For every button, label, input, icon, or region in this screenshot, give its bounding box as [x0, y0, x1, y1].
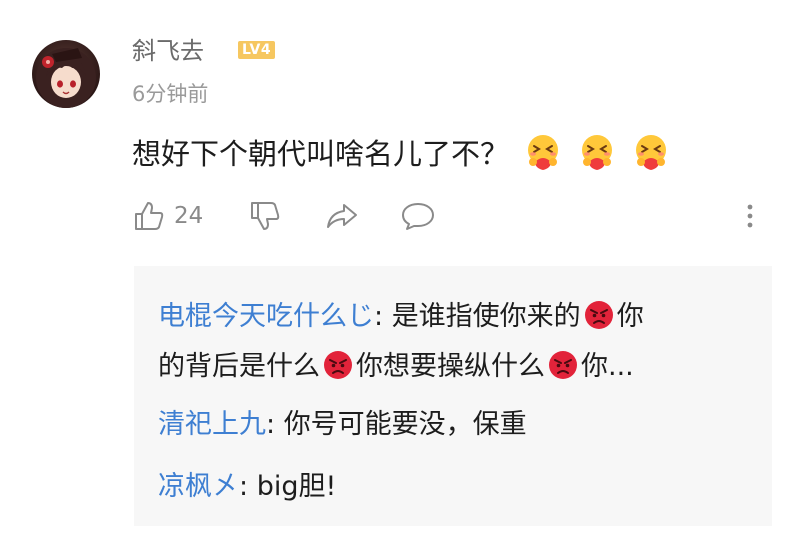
reply-item[interactable]: 电棍今天吃什么じ: 是谁指使你来的 你: [158, 292, 644, 342]
reply-text: big胆!: [256, 471, 337, 502]
angry-emoji-icon: [549, 351, 577, 379]
reply-separator: :: [374, 301, 392, 332]
share-button[interactable]: [324, 198, 360, 234]
hug-emoji-icon: [528, 135, 559, 170]
reply-separator: :: [239, 471, 257, 502]
dislike-button[interactable]: [248, 198, 282, 234]
reply-text: 你...: [581, 351, 634, 382]
level-badge: LV4: [238, 41, 276, 59]
reply-item[interactable]: 凉枫㐅: big胆!: [158, 462, 336, 512]
comment-actions: 24: [132, 196, 772, 236]
comment-icon: [402, 203, 434, 230]
like-button[interactable]: 24: [132, 198, 203, 234]
avatar-image: [36, 48, 96, 108]
angry-emoji-icon: [324, 351, 352, 379]
angry-emoji-icon: [584, 301, 613, 329]
like-count: 24: [174, 203, 204, 229]
more-button[interactable]: [742, 198, 758, 234]
reply-separator: :: [266, 409, 284, 440]
reply-item[interactable]: 清祀上九: 你号可能要没，保重: [158, 400, 527, 450]
comment-page: 斜飞去 LV4 6分钟前 想好下个朝代叫啥名儿了不？ 24 电棍今天吃什么じ: …: [0, 0, 800, 552]
reply-text: 是谁指使你来的: [391, 301, 581, 332]
username[interactable]: 斜飞去: [132, 36, 204, 66]
thumbs-up-icon: [135, 202, 164, 230]
thumbs-down-icon: [251, 202, 280, 230]
reply-list: 电棍今天吃什么じ: 是谁指使你来的 你 的背后是什么 你想要操纵什么 你... …: [134, 266, 772, 526]
reply-text: 你号可能要没，保重: [283, 409, 527, 440]
reply-author[interactable]: 电棍今天吃什么じ: [158, 301, 374, 332]
reply-author[interactable]: 清祀上九: [158, 409, 266, 440]
avatar[interactable]: [32, 40, 100, 108]
share-icon: [327, 204, 357, 228]
reply-text: 的背后是什么: [158, 351, 320, 382]
reply-text: 你: [616, 301, 644, 332]
reply-author[interactable]: 凉枫㐅: [158, 471, 239, 502]
reply-button[interactable]: [400, 198, 436, 234]
reply-item-continued[interactable]: 的背后是什么 你想要操纵什么 你...: [158, 342, 634, 392]
comment-text: 想好下个朝代叫啥名儿了不？: [132, 137, 510, 171]
hug-emoji-icon: [582, 135, 613, 170]
hug-emoji-icon: [636, 135, 667, 170]
reply-text: 你想要操纵什么: [356, 351, 545, 382]
timestamp: 6分钟前: [132, 82, 209, 106]
more-icon: [747, 204, 753, 228]
comment-content: 想好下个朝代叫啥名儿了不？: [132, 132, 671, 174]
